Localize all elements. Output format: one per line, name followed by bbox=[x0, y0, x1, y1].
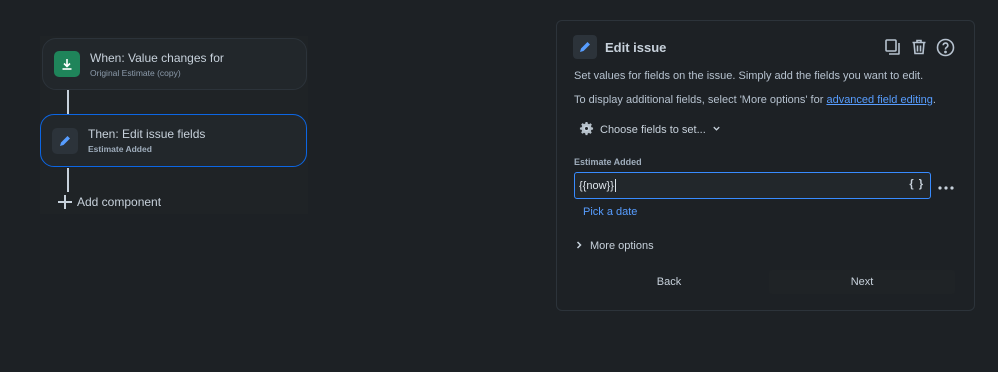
edit-issue-panel: Edit issue Set values for fields on the … bbox=[556, 20, 975, 311]
next-button[interactable]: Next bbox=[769, 270, 955, 294]
hint-text: To display additional fields, select 'Mo… bbox=[574, 94, 827, 106]
add-component-label: Add component bbox=[77, 195, 162, 209]
action-title: Then: Edit issue fields bbox=[88, 127, 206, 141]
download-tray-icon bbox=[54, 51, 80, 77]
gear-icon bbox=[579, 121, 594, 139]
field-value: {{now}} bbox=[579, 179, 614, 192]
trash-icon[interactable] bbox=[909, 37, 929, 57]
plus-icon bbox=[57, 194, 73, 210]
pencil-icon bbox=[573, 35, 597, 59]
smart-value-braces-button[interactable]: { } bbox=[909, 178, 924, 190]
choose-fields-label: Choose fields to set... bbox=[600, 124, 706, 136]
panel-toolbar bbox=[883, 37, 955, 57]
add-component-button[interactable]: Add component bbox=[57, 194, 161, 210]
connector-line bbox=[67, 168, 69, 192]
more-options-toggle[interactable]: More options bbox=[575, 240, 654, 252]
connector-line bbox=[67, 90, 69, 114]
action-node[interactable]: Then: Edit issue fields Estimate Added bbox=[40, 114, 307, 167]
pick-a-date-link[interactable]: Pick a date bbox=[583, 206, 637, 218]
estimate-added-input[interactable]: {{now}} { } bbox=[574, 172, 931, 199]
help-icon[interactable] bbox=[935, 37, 955, 57]
more-options-label: More options bbox=[590, 240, 654, 252]
panel-title: Edit issue bbox=[605, 39, 667, 55]
choose-fields-dropdown[interactable]: Choose fields to set... bbox=[579, 121, 721, 139]
trigger-subtitle: Original Estimate (copy) bbox=[90, 67, 181, 78]
chevron-right-icon bbox=[575, 240, 583, 252]
chevron-down-icon bbox=[712, 124, 721, 136]
back-button[interactable]: Back bbox=[574, 270, 764, 294]
pencil-icon bbox=[52, 127, 78, 154]
field-label: Estimate Added bbox=[574, 157, 642, 167]
panel-header: Edit issue bbox=[573, 35, 666, 59]
text-cursor bbox=[614, 179, 616, 192]
rule-flow-canvas: When: Value changes for Original Estimat… bbox=[40, 36, 308, 214]
duplicate-icon[interactable] bbox=[883, 37, 903, 57]
trigger-node[interactable]: When: Value changes for Original Estimat… bbox=[42, 38, 307, 90]
panel-description: Set values for fields on the issue. Simp… bbox=[574, 70, 924, 82]
panel-hint: To display additional fields, select 'Mo… bbox=[574, 94, 936, 106]
hint-suffix: . bbox=[932, 94, 936, 106]
advanced-field-editing-link[interactable]: advanced field editing bbox=[826, 94, 932, 106]
more-actions-icon[interactable] bbox=[938, 178, 954, 196]
action-subtitle: Estimate Added bbox=[88, 144, 152, 154]
trigger-title: When: Value changes for bbox=[90, 50, 224, 65]
